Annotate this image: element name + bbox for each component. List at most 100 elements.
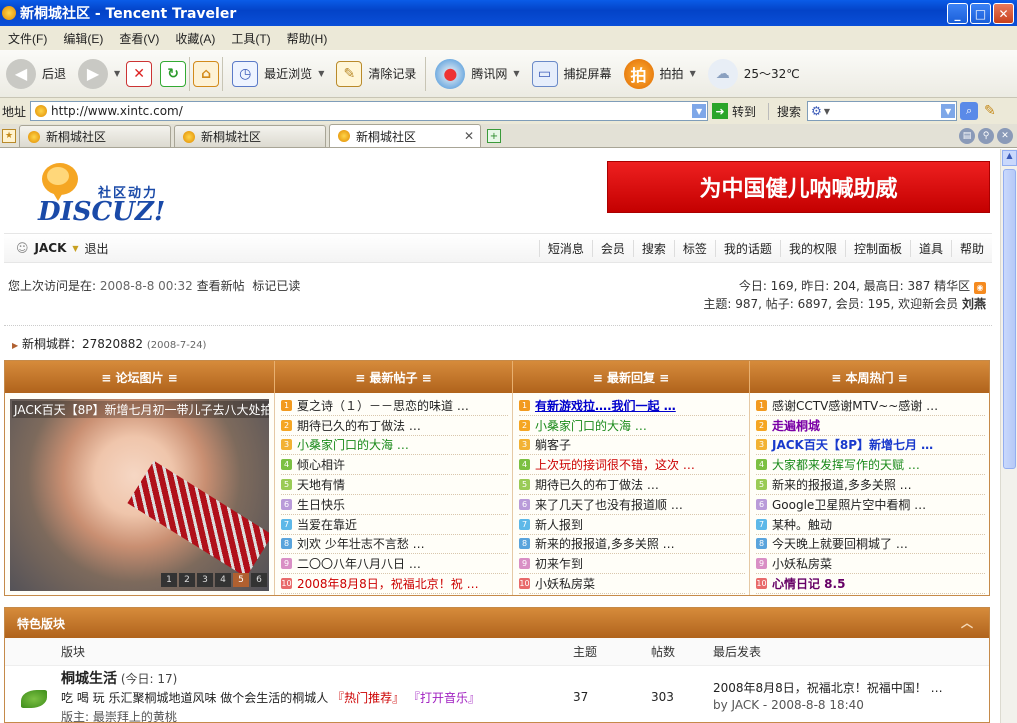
reply-link[interactable]: 小桑家门口的大海 … — [535, 417, 647, 434]
hot-link[interactable]: 今天晚上就要回桐城了 … — [772, 535, 908, 552]
search-dropdown-icon[interactable]: ▼ — [941, 104, 956, 118]
list-item[interactable]: 5 新来的报报道,多多关照 … — [756, 475, 985, 495]
list-item[interactable]: 8 刘欢 少年壮志不言愁 … — [281, 535, 508, 555]
forward-dropdown-icon[interactable]: ▼ — [114, 69, 120, 78]
list-item[interactable]: 7 当爱在靠近 — [281, 515, 508, 535]
rss-icon[interactable]: ◉ — [974, 282, 986, 294]
hot-link[interactable]: 新来的报报道,多多关照 … — [772, 476, 912, 493]
engine-dropdown-icon[interactable]: ▼ — [824, 107, 830, 116]
logout-link[interactable]: 退出 — [85, 240, 109, 257]
slide-2[interactable]: 2 — [179, 573, 195, 587]
clear-button[interactable]: ✎ 清除记录 — [330, 60, 422, 87]
reply-link[interactable]: 来了几天了也没有报道顺 … — [535, 496, 683, 513]
weather-widget[interactable]: ☁ 25～32℃ — [702, 58, 806, 89]
list-item[interactable]: 3 躺客子 — [519, 436, 745, 456]
maximize-button[interactable]: □ — [970, 3, 991, 24]
post-link[interactable]: 当爱在靠近 — [297, 516, 357, 533]
hot-link[interactable]: 心情日记 8.5 — [772, 575, 845, 592]
tab-list-icon[interactable]: ▤ — [959, 128, 975, 144]
go-button[interactable]: 转到 — [732, 103, 756, 120]
new-member-link[interactable]: 刘燕 — [962, 297, 986, 311]
menu-file[interactable]: 文件(F) — [0, 30, 55, 47]
back-button[interactable]: ◀ 后退 — [0, 58, 72, 89]
paipai-button[interactable]: 拍 拍拍 ▼ — [618, 58, 702, 89]
search-icon[interactable]: ⌕ — [960, 102, 979, 120]
nav-members[interactable]: 会员 — [591, 239, 633, 257]
list-item[interactable]: 2 期待已久的布丁做法 … — [281, 416, 508, 436]
tencent-dropdown-icon[interactable]: ▼ — [513, 69, 519, 78]
reply-link[interactable]: 有新游戏拉….我们一起 … — [535, 397, 676, 414]
list-item[interactable]: 2 小桑家门口的大海 … — [519, 416, 745, 436]
forward-button[interactable]: ▶ ▼ — [72, 58, 126, 89]
close-tab-icon[interactable]: ✕ — [997, 128, 1013, 144]
list-item[interactable]: 9 初来乍到 — [519, 554, 745, 575]
hot-link[interactable]: JACK百天【8P】新增七月 … — [772, 436, 933, 453]
tab-close-icon[interactable]: ✕ — [464, 129, 474, 143]
menu-view[interactable]: 查看(V) — [111, 30, 167, 47]
tencent-button[interactable]: ● 腾讯网 ▼ — [429, 58, 525, 89]
refresh-icon[interactable]: ↻ — [160, 60, 187, 87]
photo-caption[interactable]: JACK百天【8P】新增七月初一带儿子去八大处拍 — [12, 401, 269, 418]
nav-control-panel[interactable]: 控制面板 — [844, 239, 910, 257]
tab-3-active[interactable]: 新桐城社区 ✕ — [329, 124, 481, 147]
list-item[interactable]: 1 感谢CCTV感谢MTV~~感谢 … — [756, 396, 985, 416]
slide-6[interactable]: 6 — [251, 573, 267, 587]
capture-button[interactable]: ▭ 捕捉屏幕 — [526, 60, 618, 87]
reply-link[interactable]: 初来乍到 — [535, 555, 583, 572]
reply-link[interactable]: 小妖私房菜 — [535, 575, 595, 592]
list-item[interactable]: 8 今天晚上就要回桐城了 … — [756, 535, 985, 555]
menu-help[interactable]: 帮助(H) — [279, 30, 336, 47]
list-item[interactable]: 6 Google卫星照片空中看桐 … — [756, 495, 985, 515]
favorites-star-icon[interactable]: ★ — [2, 129, 16, 143]
slide-5[interactable]: 5 — [233, 573, 249, 587]
olympics-banner[interactable]: 为中国健儿呐喊助威 — [607, 161, 990, 213]
hot-link[interactable]: 某种。触动 — [772, 516, 832, 533]
list-item[interactable]: 5 天地有情 — [281, 475, 508, 495]
collapse-icon[interactable]: ︿ — [961, 614, 973, 631]
search-engine-icon[interactable]: ⚙ — [811, 104, 822, 118]
reply-link[interactable]: 躺客子 — [535, 436, 571, 453]
hot-recommend-link[interactable]: 『热门推荐』 — [332, 691, 404, 705]
hot-link[interactable]: Google卫星照片空中看桐 … — [772, 496, 926, 513]
slide-3[interactable]: 3 — [197, 573, 213, 587]
nav-help[interactable]: 帮助 — [950, 239, 992, 257]
menu-tools[interactable]: 工具(T) — [223, 30, 278, 47]
paipai-dropdown-icon[interactable]: ▼ — [690, 69, 696, 78]
hot-link[interactable]: 大家都来发挥写作的天赋 … — [772, 456, 920, 473]
slide-1[interactable]: 1 — [161, 573, 177, 587]
close-button[interactable]: ✕ — [993, 3, 1014, 24]
nav-my-permissions[interactable]: 我的权限 — [779, 239, 845, 257]
reply-link[interactable]: 期待已久的布丁做法 … — [535, 476, 659, 493]
post-link[interactable]: 倾心相许 — [297, 456, 345, 473]
vertical-scrollbar[interactable]: ▲ — [1000, 149, 1017, 723]
scroll-up-icon[interactable]: ▲ — [1002, 150, 1017, 166]
post-link[interactable]: 刘欢 少年壮志不言愁 … — [297, 535, 425, 552]
pen-icon[interactable]: ✎ — [984, 103, 996, 119]
hot-link[interactable]: 感谢CCTV感谢MTV~~感谢 … — [772, 397, 938, 414]
reply-link[interactable]: 上次玩的接词很不错，这次 … — [535, 456, 695, 473]
list-item[interactable]: 9 二〇〇八年八月八日 … — [281, 554, 508, 575]
reply-link[interactable]: 新来的报报道,多多关照 … — [535, 535, 675, 552]
post-link[interactable]: 期待已久的布丁做法 … — [297, 417, 421, 434]
post-link[interactable]: 夏之诗（１）－－思恋的味道 … — [297, 397, 469, 414]
nav-tools[interactable]: 道具 — [909, 239, 951, 257]
scroll-thumb[interactable] — [1003, 169, 1016, 469]
slide-4[interactable]: 4 — [215, 573, 231, 587]
new-tab-icon[interactable]: + — [487, 129, 501, 143]
hot-link[interactable]: 走遍桐城 — [772, 417, 820, 434]
view-new-posts-link[interactable]: 查看新帖 — [197, 279, 245, 293]
list-item[interactable]: 4 倾心相许 — [281, 455, 508, 476]
url-field[interactable]: http://www.xintc.com/ ▼ — [30, 101, 709, 121]
post-link[interactable]: 天地有情 — [297, 476, 345, 493]
go-arrow-icon[interactable]: ➜ — [712, 103, 729, 119]
reply-link[interactable]: 新人报到 — [535, 516, 583, 533]
pin-icon[interactable]: ⚲ — [978, 128, 994, 144]
home-icon[interactable]: ⌂ — [193, 60, 220, 87]
list-item[interactable]: 10 2008年8月8日，祝福北京！祝 … — [281, 574, 508, 594]
recent-button[interactable]: ◷ 最近浏览 ▼ — [226, 60, 330, 87]
list-item[interactable]: 10 小妖私房菜 — [519, 574, 745, 594]
list-item[interactable]: 2 走遍桐城 — [756, 416, 985, 436]
mark-read-link[interactable]: 标记已读 — [252, 279, 300, 293]
username-link[interactable]: JACK — [35, 241, 67, 255]
nav-messages[interactable]: 短消息 — [538, 239, 592, 257]
